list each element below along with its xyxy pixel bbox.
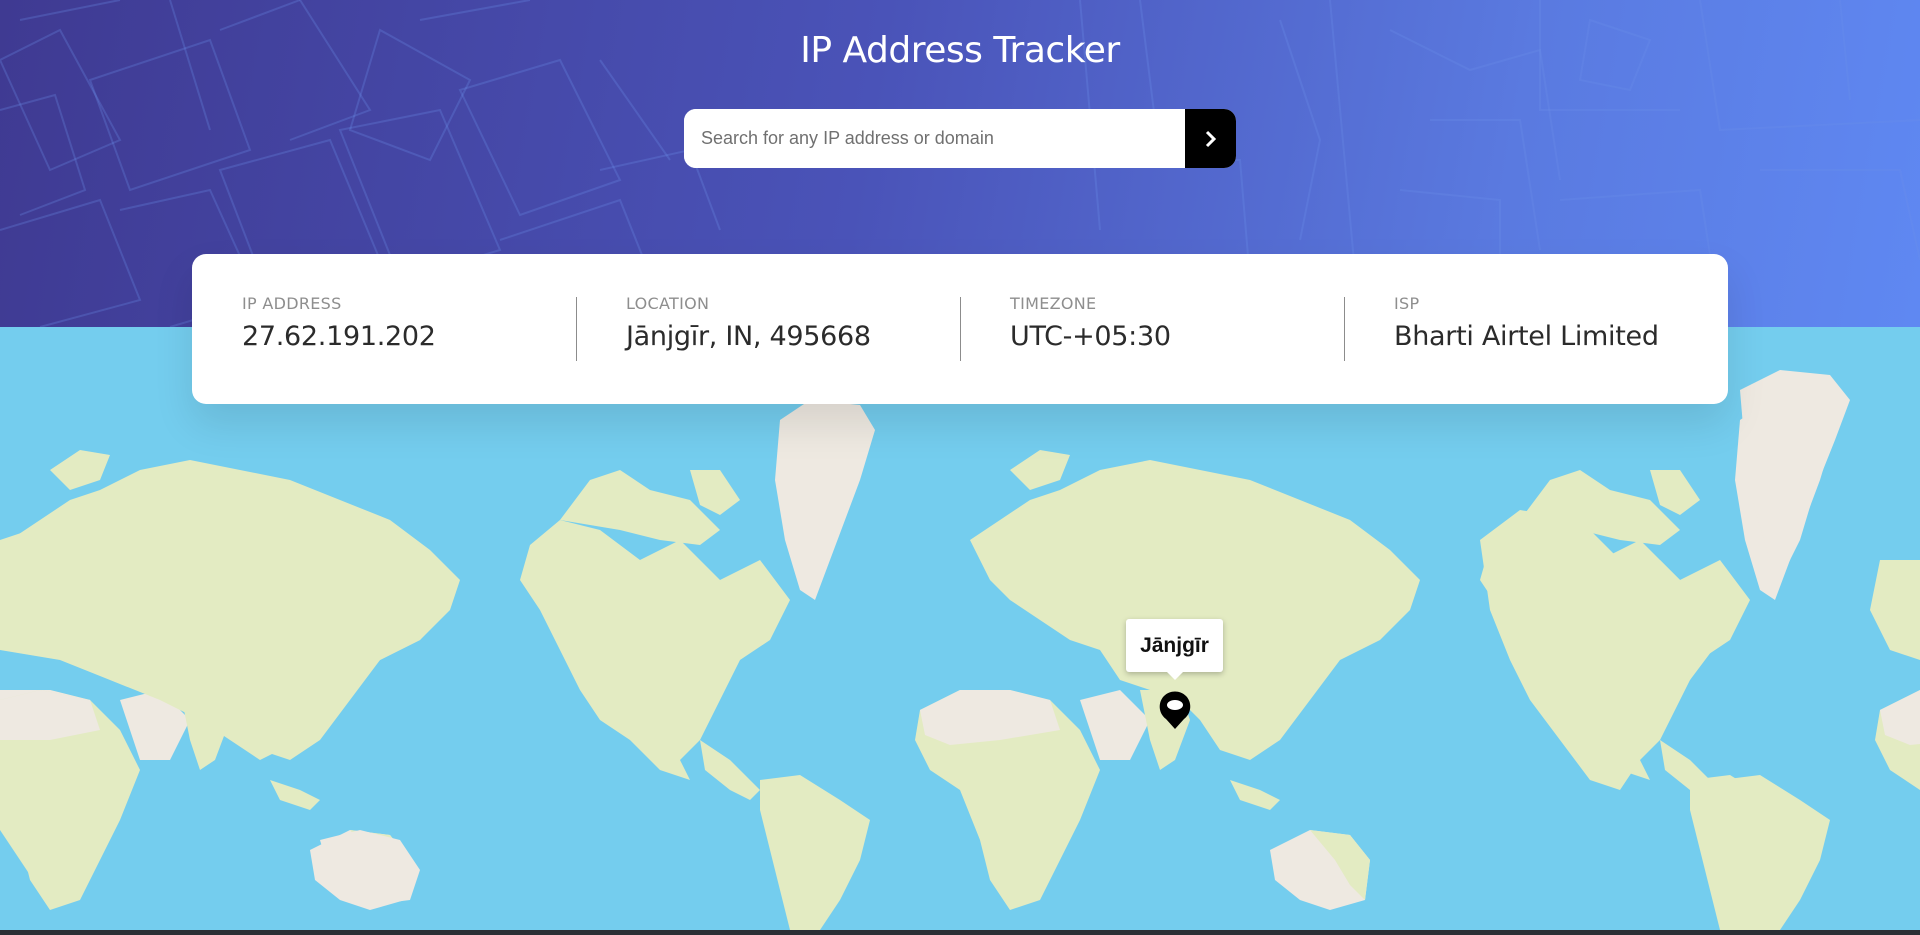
location-block: LOCATION Jānjgīr, IN, 495668 [576,254,960,404]
location-pin-icon[interactable] [1156,689,1194,729]
chevron-right-icon [1205,130,1216,147]
bottom-edge-bar [0,930,1920,935]
timezone-block: TIMEZONE UTC-+05:30 [960,254,1344,404]
location-value: Jānjgīr, IN, 495668 [626,321,871,352]
ip-address-block: IP ADDRESS 27.62.191.202 [192,254,576,404]
location-popup-label: Jānjgīr [1140,633,1209,657]
location-popup: Jānjgīr [1126,619,1223,680]
search-bar [684,109,1236,168]
location-label: LOCATION [626,294,710,313]
ip-info-card: IP ADDRESS 27.62.191.202 LOCATION Jānjgī… [192,254,1728,404]
isp-label: ISP [1394,294,1420,313]
search-input[interactable] [684,109,1185,168]
isp-value: Bharti Airtel Limited [1394,321,1659,352]
isp-block: ISP Bharti Airtel Limited [1344,254,1728,404]
map-tiles [0,327,1920,930]
search-submit-button[interactable] [1185,109,1236,168]
ip-address-value: 27.62.191.202 [242,321,436,352]
timezone-label: TIMEZONE [1010,294,1097,313]
ip-address-label: IP ADDRESS [242,294,342,313]
page-title: IP Address Tracker [800,30,1120,71]
timezone-value: UTC-+05:30 [1010,321,1171,352]
world-map[interactable] [0,327,1920,930]
page: IP Address Tracker IP ADDRESS 27.62.191.… [0,0,1920,935]
